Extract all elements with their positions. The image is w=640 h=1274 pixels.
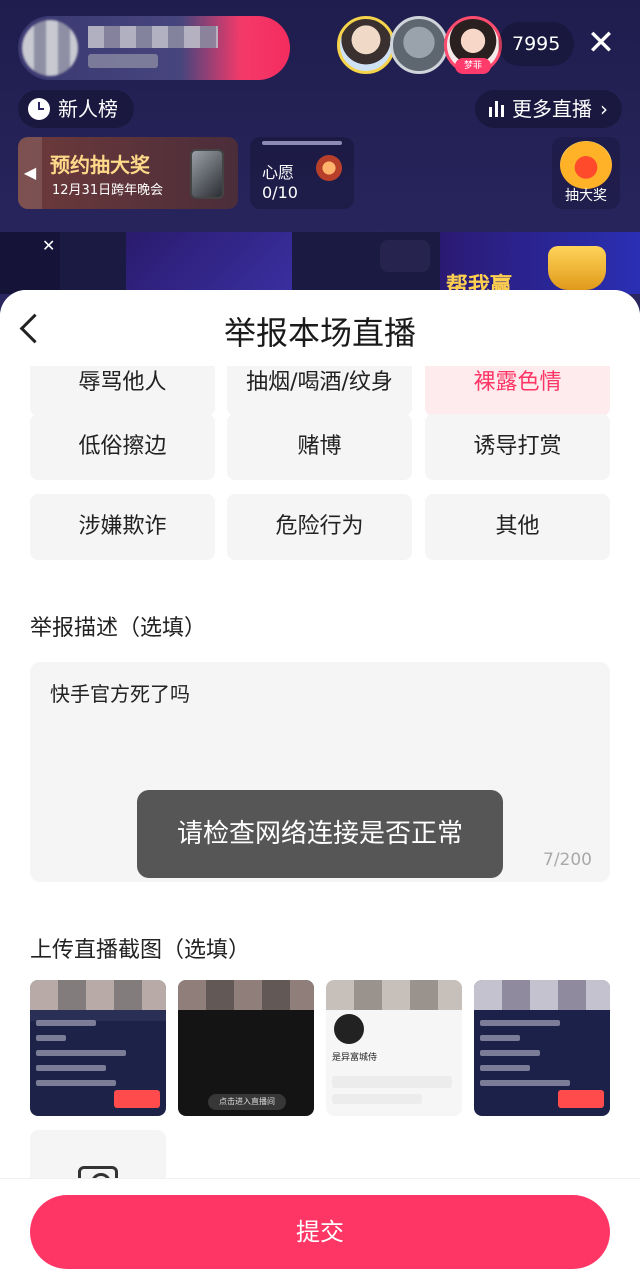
rank-list-label: 新人榜 <box>58 97 118 121</box>
host-avatar[interactable] <box>22 20 78 76</box>
reason-option[interactable]: 危险行为 <box>227 494 412 560</box>
viewer-count[interactable]: 7995 <box>498 22 575 66</box>
banner-promo[interactable] <box>126 232 292 294</box>
wish-label: 心愿 <box>262 163 295 182</box>
viewer-avatar[interactable] <box>337 16 395 74</box>
sheet-header: 举报本场直播 <box>0 290 640 366</box>
reason-option[interactable]: 低俗擦边 <box>30 414 215 480</box>
lottery-label: 抽大奖 <box>565 188 607 204</box>
host-subtitle-blurred <box>88 54 158 68</box>
screenshot-thumbnail[interactable] <box>474 980 610 1116</box>
screenshot-thumbnail[interactable]: 点击进入直播间 <box>178 980 314 1116</box>
more-live-label: 更多直播 <box>512 97 592 121</box>
bars-icon <box>489 101 504 117</box>
description-value: 快手官方死了吗 <box>50 682 190 706</box>
reason-option[interactable]: 其他 <box>425 494 610 560</box>
screenshot-thumbnail[interactable] <box>30 980 166 1116</box>
chevron-left-icon: ◀ <box>18 137 42 209</box>
gift-icon <box>316 155 342 181</box>
lottery-promo-card[interactable]: ◀ 预约抽大奖 12月31日跨年晚会 <box>18 137 238 209</box>
network-error-toast: 请检查网络连接是否正常 <box>137 790 503 878</box>
sheet-title: 举报本场直播 <box>223 314 416 352</box>
viewer-badge: 梦菲 <box>455 58 491 74</box>
chevron-right-icon: › <box>600 97 608 121</box>
close-icon[interactable]: ✕ <box>42 236 55 255</box>
banner-badge <box>380 240 430 272</box>
reason-option[interactable]: 诱导打赏 <box>425 414 610 480</box>
submit-button[interactable]: 提交 <box>30 1195 610 1269</box>
screenshot-profile-name: 是异富城侍 <box>332 1053 378 1063</box>
screenshot-caption: 点击进入直播间 <box>208 1094 286 1110</box>
avatar <box>334 1014 364 1044</box>
wish-progress-bar <box>262 141 342 145</box>
clock-icon <box>28 98 50 120</box>
close-icon[interactable]: ✕ <box>584 26 618 60</box>
upload-label: 上传直播截图（选填） <box>30 938 251 963</box>
more-live-button[interactable]: 更多直播 › <box>475 90 622 128</box>
screenshot-thumbnail[interactable]: 是异富城侍 <box>326 980 462 1116</box>
reason-option[interactable]: 涉嫌欺诈 <box>30 494 215 560</box>
promo-subtitle: 12月31日跨年晚会 <box>52 183 164 198</box>
reason-option[interactable]: 赌博 <box>227 414 412 480</box>
phone-prize-image <box>190 149 224 199</box>
report-sheet: 举报本场直播 辱骂他人 抽烟/喝酒/纹身 裸露色情 低俗擦边 赌博 诱导打赏 涉… <box>0 290 640 1274</box>
promo-title: 预约抽大奖 <box>50 153 150 177</box>
wish-count: 0/10 <box>262 183 298 202</box>
lottery-icon <box>560 141 612 189</box>
wish-widget[interactable]: 心愿 0/10 <box>250 137 354 209</box>
character-counter: 7/200 <box>543 850 592 870</box>
host-name-blurred <box>88 26 218 48</box>
viewer-avatar[interactable] <box>390 16 448 74</box>
trophy-icon <box>548 246 606 290</box>
rank-list-button[interactable]: 新人榜 <box>18 90 134 128</box>
description-label: 举报描述（选填） <box>30 616 207 641</box>
submit-bar: 提交 <box>0 1178 640 1274</box>
lottery-button[interactable]: 抽大奖 <box>552 137 620 209</box>
